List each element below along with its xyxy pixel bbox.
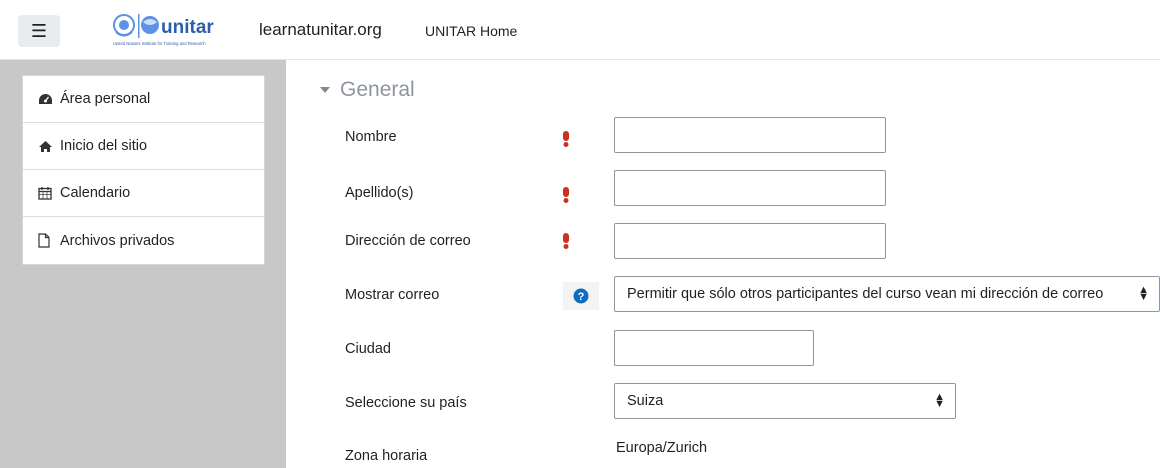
select-arrows-icon: ▲ ▼ [934,391,945,410]
required-icon[interactable] [560,131,572,147]
drawer-item-label: Calendario [60,185,131,201]
section-title: General [340,78,415,101]
mostrar-correo-label: Mostrar correo [345,287,440,303]
drawer-item-archivos[interactable]: Archivos privados [23,217,264,264]
nombre-input[interactable] [614,117,886,153]
correo-label: Dirección de correo [345,233,471,249]
calendar-icon [38,186,60,200]
ciudad-label: Ciudad [345,341,391,357]
svg-text:United Nations Institute for T: United Nations Institute for Training an… [113,41,206,46]
apellido-label: Apellido(s) [345,185,414,201]
pais-select[interactable]: Suiza ▲ ▼ [614,383,956,419]
drawer-item-inicio[interactable]: Inicio del sitio [23,123,264,170]
drawer-item-label: Área personal [60,91,151,107]
file-icon [38,233,60,248]
required-icon[interactable] [560,187,572,203]
unitar-logo-graphic: unitar United Nations Institute for Trai… [113,14,214,46]
required-icon[interactable] [560,233,572,249]
drawer-item-calendario[interactable]: Calendario [23,170,264,217]
section-toggle-general[interactable]: General [320,78,415,102]
drawer-nav-list: Área personal Inicio del sitio Calendari… [22,75,265,265]
top-navbar: ☰ unitar United Nations Institute for Tr… [0,0,1160,60]
dashboard-icon [38,93,60,106]
caret-down-icon [320,87,330,93]
zona-horaria-value: Europa/Zurich [616,440,708,456]
help-icon: ? [573,288,589,304]
nombre-label: Nombre [345,129,397,145]
zona-horaria-label: Zona horaria [345,448,428,464]
unitar-home-link[interactable]: UNITAR Home [425,23,517,39]
select-arrows-icon: ▲ ▼ [1138,284,1149,303]
drawer-toggle-button[interactable]: ☰ [18,15,60,47]
ciudad-input[interactable] [614,330,814,366]
apellido-input[interactable] [614,170,886,206]
svg-text:unitar: unitar [161,17,214,38]
drawer-item-label: Archivos privados [60,232,175,249]
pais-label: Seleccione su país [345,395,467,411]
main-content: General Nombre Apellido(s) Dirección de … [298,60,1160,468]
correo-input[interactable] [614,223,886,259]
select-value: Permitir que sólo otros participantes de… [627,286,1104,302]
nav-drawer: Área personal Inicio del sitio Calendari… [0,60,286,468]
unitar-logo[interactable]: unitar United Nations Institute for Trai… [112,12,234,50]
drawer-item-area-personal[interactable]: Área personal [23,76,264,123]
svg-text:?: ? [578,291,585,303]
drawer-item-label: Inicio del sitio [60,138,148,154]
hamburger-icon: ☰ [30,20,48,41]
site-name-link[interactable]: learnatunitar.org [259,20,382,40]
home-icon [38,140,60,153]
select-value: Suiza [627,393,664,409]
help-button[interactable]: ? [563,282,599,310]
mostrar-correo-select[interactable]: Permitir que sólo otros participantes de… [614,276,1160,312]
